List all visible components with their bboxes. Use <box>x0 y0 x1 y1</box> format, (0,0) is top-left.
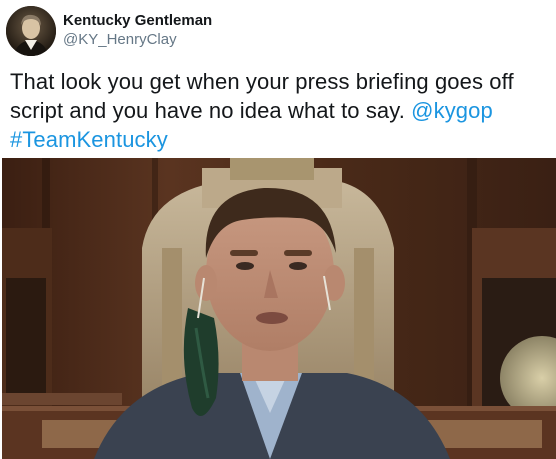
tweet-header: Kentucky Gentleman @KY_HenryClay <box>6 6 546 56</box>
tweet-text: That look you get when your press briefi… <box>10 67 540 154</box>
hashtag-link[interactable]: #TeamKentucky <box>10 127 168 152</box>
tweet-media[interactable] <box>2 158 556 459</box>
author-handle[interactable]: @KY_HenryClay <box>63 30 212 50</box>
video-still-image <box>2 158 556 459</box>
author-names: Kentucky Gentleman @KY_HenryClay <box>63 12 212 50</box>
avatar[interactable] <box>6 6 56 56</box>
mention-link[interactable]: @kygop <box>411 98 493 123</box>
author-display-name[interactable]: Kentucky Gentleman <box>63 12 212 30</box>
tweet-card: Kentucky Gentleman @KY_HenryClay That lo… <box>0 0 556 459</box>
portrait-avatar-icon <box>6 6 56 56</box>
